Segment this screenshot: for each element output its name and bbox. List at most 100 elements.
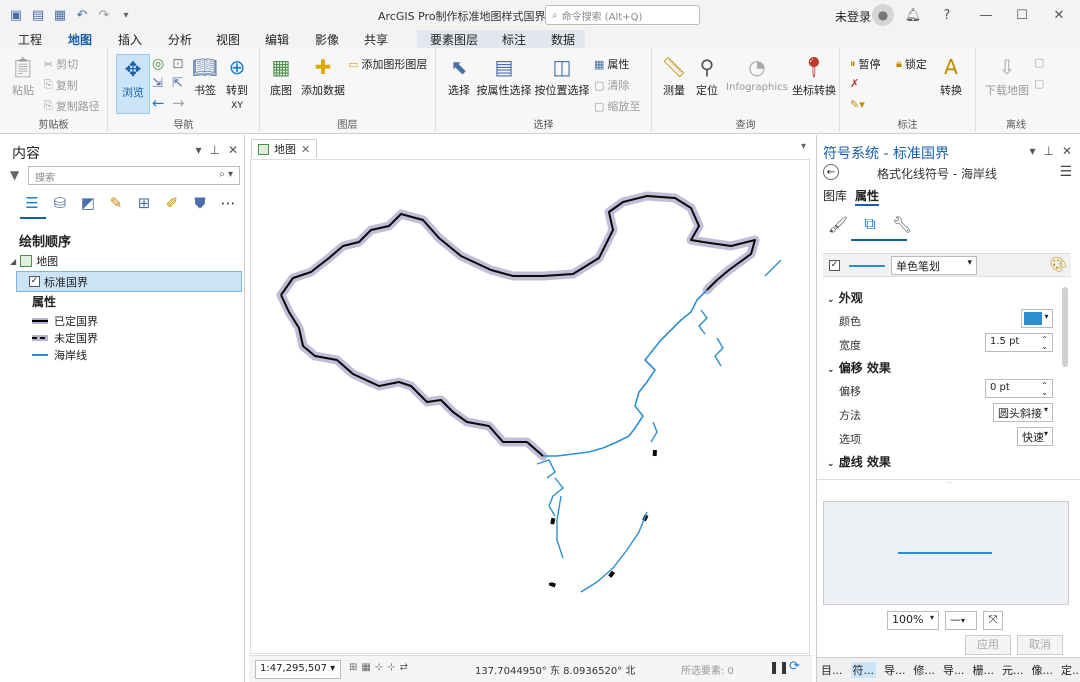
select-by-location-button[interactable]: ◫ 按位置选择	[534, 54, 590, 98]
more-options-icon[interactable]: ⋯	[218, 193, 238, 213]
fixed-zoom-out-icon[interactable]: ⇱	[172, 76, 183, 91]
select-by-attributes-button[interactable]: ▤ 按属性选择	[476, 54, 532, 98]
pane-close-icon[interactable]: ✕	[1062, 144, 1072, 158]
map-tab[interactable]: 地图 ✕	[251, 139, 318, 158]
editing-icon[interactable]: ✎	[106, 193, 126, 213]
undo-icon[interactable]: ↶	[74, 7, 90, 23]
pane-tab[interactable]: 栅...	[973, 662, 995, 678]
close-button[interactable]: ✕	[1050, 6, 1068, 24]
tab-analysis[interactable]: 分析	[166, 31, 194, 48]
pause-drawing-icon[interactable]: ❚❚	[769, 660, 789, 674]
tab-insert[interactable]: 插入	[116, 31, 144, 48]
pane-tab[interactable]: 修...	[914, 662, 936, 678]
tab-gallery[interactable]: 图库	[823, 187, 847, 206]
pause-labeling-button[interactable]: ⏸ 暂停	[850, 56, 881, 72]
option-dropdown[interactable]: 快速 ▾	[1017, 427, 1053, 446]
more-labeling-icon[interactable]: ✎▾	[850, 98, 865, 111]
pane-tab[interactable]: 导...	[884, 662, 906, 678]
back-arrow-icon[interactable]: ←	[823, 164, 839, 180]
notification-bell-icon[interactable]: 🔔︎	[904, 6, 922, 24]
properties-scrollbar[interactable]	[1062, 287, 1068, 367]
pane-close-icon[interactable]: ✕	[228, 143, 238, 157]
customize-qat-icon[interactable]: ▾	[118, 7, 134, 23]
offset-spinner[interactable]: 0 pt ⌃ ⌄	[985, 379, 1053, 398]
selection-view-icon[interactable]: ◩	[78, 193, 98, 213]
sync-icon[interactable]: ▢	[1034, 56, 1044, 69]
remove-offline-icon[interactable]: ▢	[1034, 77, 1044, 90]
redo-icon[interactable]: ↷	[96, 7, 112, 23]
apply-button[interactable]: 应用	[965, 635, 1011, 655]
pane-tab-symbology[interactable]: 符...	[850, 662, 876, 678]
tab-share[interactable]: 共享	[362, 31, 390, 48]
reset-view-icon[interactable]: ⤧	[983, 611, 1003, 630]
paintbrush-icon[interactable]: 🖌︎	[827, 213, 849, 235]
hamburger-menu-icon[interactable]: ☰	[1059, 164, 1072, 180]
paste-button[interactable]: 📋︎ 粘贴	[6, 54, 40, 98]
labeling-icon[interactable]: ✐	[162, 193, 182, 213]
source-icon[interactable]: ⛁	[50, 193, 70, 213]
layer-standard-border[interactable]: ✓ 标准国界	[16, 271, 242, 292]
pane-tab[interactable]: 目...	[821, 662, 843, 678]
pane-tab[interactable]: 元...	[1002, 662, 1024, 678]
layers-icon[interactable]: ⧉	[859, 213, 881, 235]
tab-data[interactable]: 数据	[549, 31, 577, 48]
offset-section[interactable]: ⌄ 偏移 效果	[827, 359, 891, 376]
tab-edit[interactable]: 编辑	[263, 31, 291, 48]
tab-view[interactable]: 视图	[214, 31, 242, 48]
user-status[interactable]: 未登录	[835, 8, 871, 25]
pane-options-icon[interactable]: ▾	[195, 143, 201, 157]
layer-visibility-checkbox[interactable]: ✓	[29, 276, 40, 287]
select-button[interactable]: ⬉ 选择	[442, 54, 476, 98]
copy-button[interactable]: ⎘ 复制	[44, 77, 78, 93]
zoom-to-selection-button[interactable]: ▢ 缩放至	[594, 98, 640, 114]
minimize-button[interactable]: —	[977, 6, 995, 24]
basemap-button[interactable]: ▦ 底图	[266, 54, 296, 98]
pin-icon[interactable]: ⊥	[1043, 144, 1053, 158]
infographics-button[interactable]: ◔ Infographics	[724, 54, 790, 93]
view-unplaced-icon[interactable]: ✗	[850, 77, 859, 90]
avatar[interactable]: ●	[872, 4, 894, 26]
explore-button[interactable]: ✥ 浏览	[116, 56, 150, 100]
pane-tab[interactable]: 像...	[1032, 662, 1054, 678]
tab-labeling[interactable]: 标注	[500, 31, 528, 48]
new-project-icon[interactable]: ▣	[8, 7, 24, 23]
lock-labels-button[interactable]: 🔒︎ 锁定	[896, 56, 927, 72]
tab-properties[interactable]: 属性	[855, 187, 880, 206]
tab-feature-layer[interactable]: 要素图层	[428, 31, 480, 48]
draw-order-icon[interactable]: ☰	[22, 193, 42, 213]
tab-list-icon[interactable]: ▾	[801, 141, 806, 152]
pane-options-icon[interactable]: ▾	[1029, 144, 1035, 158]
color-picker[interactable]: ▾	[1021, 309, 1053, 328]
stroke-type-dropdown[interactable]: 单色笔划 ▾	[891, 256, 977, 275]
fixed-zoom-in-icon[interactable]: ⇲	[152, 76, 163, 91]
layer-effects-icon[interactable]: 🎨︎	[1049, 257, 1067, 273]
tab-project[interactable]: 工程	[16, 31, 44, 48]
splitter-handle[interactable]: ···	[817, 479, 1080, 487]
cut-button[interactable]: ✂ 剪切	[44, 56, 78, 72]
download-map-button[interactable]: ⇩ 下载地图	[984, 54, 1030, 98]
copy-path-button[interactable]: ⎘ 复制路径	[44, 98, 100, 114]
clear-selection-button[interactable]: ▢ 清除	[594, 77, 629, 93]
pane-tab[interactable]: 导...	[943, 662, 965, 678]
locate-button[interactable]: ⚲ 定位	[692, 54, 722, 98]
measure-button[interactable]: 📏︎ 测量	[658, 54, 690, 98]
pane-tab[interactable]: 定...	[1061, 662, 1080, 678]
add-graphics-layer-button[interactable]: ▭ 添加图形图层	[348, 56, 427, 72]
scale-selector[interactable]: 1:47,295,507 ▾	[255, 660, 341, 679]
zoom-layer-icon[interactable]: ⊡	[172, 56, 184, 72]
add-data-button[interactable]: ✚ 添加数据	[300, 54, 346, 98]
goto-xy-button[interactable]: ⊕ 转到 XY	[222, 54, 252, 111]
appearance-section[interactable]: ⌄ 外观	[827, 289, 863, 306]
command-search-input[interactable]: ⌕ 命令搜索 (Alt+Q)	[545, 5, 700, 25]
map-node[interactable]: ◢ 地图	[10, 253, 58, 269]
stroke-visibility-checkbox[interactable]: ✓	[829, 260, 840, 271]
convert-labels-button[interactable]: A 转换	[936, 54, 966, 98]
wrench-icon[interactable]: 🔧︎	[891, 213, 913, 235]
stroke-layer-row[interactable]: ✓ 单色笔划 ▾ 🎨︎	[823, 253, 1071, 277]
cancel-button[interactable]: 取消	[1017, 635, 1063, 655]
perspective-icon[interactable]: ⛊	[190, 193, 210, 213]
zoom-dropdown[interactable]: 100% ▾	[887, 611, 939, 630]
next-extent-icon[interactable]: →	[172, 94, 185, 112]
open-icon[interactable]: ▤	[30, 7, 46, 23]
full-extent-icon[interactable]: ◎	[152, 56, 164, 72]
